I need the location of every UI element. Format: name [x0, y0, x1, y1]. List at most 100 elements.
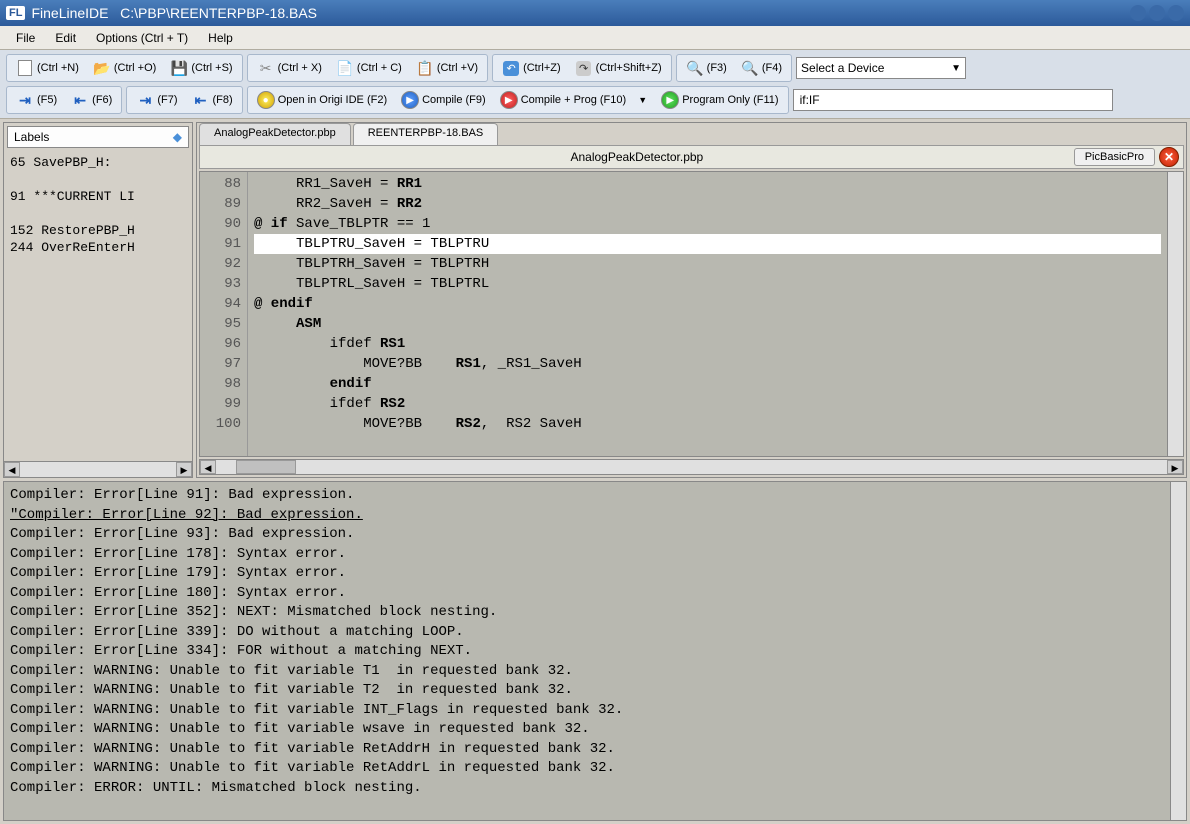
code-area[interactable]: RR1_SaveH = RR1 RR2_SaveH = RR2@ if Save…	[248, 172, 1167, 456]
compiler-output[interactable]: Compiler: Error[Line 91]: Bad expression…	[3, 481, 1187, 821]
label-item[interactable]: 65 SavePBP_H:	[10, 155, 186, 170]
maximize-icon[interactable]	[1149, 5, 1165, 21]
snippet-input[interactable]: if:IF	[793, 89, 1113, 111]
output-line[interactable]: Compiler: WARNING: Unable to fit variabl…	[10, 720, 1180, 740]
open-origi-button[interactable]: ●Open in Origi IDE (F2)	[251, 89, 393, 111]
menu-file[interactable]: File	[6, 28, 45, 48]
file-new-icon	[16, 59, 34, 77]
code-line[interactable]: endif	[254, 374, 1161, 394]
menu-options[interactable]: Options (Ctrl + T)	[86, 28, 198, 48]
code-line[interactable]: TBLPTRH_SaveH = TBLPTRH	[254, 254, 1161, 274]
line-gutter: 888990919293949596979899100	[200, 172, 248, 456]
f8-button[interactable]: ⇤(F8)	[186, 89, 239, 111]
output-line[interactable]: Compiler: Error[Line 180]: Syntax error.	[10, 584, 1180, 604]
output-line[interactable]: Compiler: WARNING: Unable to fit variabl…	[10, 740, 1180, 760]
vertical-scrollbar[interactable]	[1167, 172, 1183, 456]
scroll-left-icon[interactable]: ◀	[4, 462, 20, 477]
output-line[interactable]: "Compiler: Error[Line 92]: Bad expressio…	[10, 506, 1180, 526]
app-logo: FL	[6, 6, 25, 20]
labels-list[interactable]: 65 SavePBP_H: 91 ***CURRENT LI 152 Resto…	[4, 151, 192, 461]
output-line[interactable]: Compiler: Error[Line 179]: Syntax error.	[10, 564, 1180, 584]
output-line[interactable]: Compiler: ERROR: UNTIL: Mismatched block…	[10, 779, 1180, 799]
program-only-button[interactable]: ▶Program Only (F11)	[655, 89, 784, 111]
output-line[interactable]: Compiler: Error[Line 339]: DO without a …	[10, 623, 1180, 643]
save-icon: 💾	[170, 59, 188, 77]
code-line[interactable]: ASM	[254, 314, 1161, 334]
chevron-down-icon[interactable]: ▼	[638, 95, 647, 105]
code-line[interactable]: RR1_SaveH = RR1	[254, 174, 1161, 194]
label-item[interactable]	[10, 172, 186, 187]
step-icon: ⇥	[16, 91, 34, 109]
editor-panel: AnalogPeakDetector.pbp REENTERPBP-18.BAS…	[196, 122, 1187, 478]
code-line[interactable]: RR2_SaveH = RR2	[254, 194, 1161, 214]
scroll-right-icon[interactable]: ▶	[176, 462, 192, 477]
label-item[interactable]: 152 RestorePBP_H	[10, 223, 186, 238]
output-line[interactable]: Compiler: Error[Line 352]: NEXT: Mismatc…	[10, 603, 1180, 623]
f5-button[interactable]: ⇥(F5)	[10, 89, 63, 111]
main-area: Labels◆ 65 SavePBP_H: 91 ***CURRENT LI 1…	[0, 119, 1190, 481]
code-editor[interactable]: 888990919293949596979899100 RR1_SaveH = …	[199, 171, 1184, 457]
output-line[interactable]: Compiler: Error[Line 178]: Syntax error.	[10, 545, 1180, 565]
label-item[interactable]	[10, 206, 186, 221]
code-line[interactable]: TBLPTRL_SaveH = TBLPTRL	[254, 274, 1161, 294]
menu-help[interactable]: Help	[198, 28, 243, 48]
label-item[interactable]: 91 ***CURRENT LI	[10, 189, 186, 204]
compile-button[interactable]: ▶Compile (F9)	[395, 89, 492, 111]
output-line[interactable]: Compiler: Error[Line 334]: FOR without a…	[10, 642, 1180, 662]
output-line[interactable]: Compiler: WARNING: Unable to fit variabl…	[10, 759, 1180, 779]
tab-analogpeak[interactable]: AnalogPeakDetector.pbp	[199, 123, 351, 145]
clipboard-icon: 📋	[416, 59, 434, 77]
output-line[interactable]: Compiler: Error[Line 91]: Bad expression…	[10, 486, 1180, 506]
open-button[interactable]: 📂(Ctrl +O)	[87, 57, 162, 79]
labels-dropdown[interactable]: Labels◆	[7, 126, 189, 148]
editor-horizontal-scrollbar[interactable]: ◀ ▶	[199, 459, 1184, 475]
output-line[interactable]: Compiler: WARNING: Unable to fit variabl…	[10, 662, 1180, 682]
titlebar: FL FineLineIDE C:\PBP\REENTERPBP-18.BAS	[0, 0, 1190, 26]
language-badge[interactable]: PicBasicPro	[1074, 148, 1155, 166]
output-line[interactable]: Compiler: Error[Line 93]: Bad expression…	[10, 525, 1180, 545]
code-line[interactable]: MOVE?BB RS1, _RS1_SaveH	[254, 354, 1161, 374]
folder-open-icon: 📂	[93, 59, 111, 77]
new-button[interactable]: (Ctrl +N)	[10, 57, 85, 79]
f6-button[interactable]: ⇤(F6)	[65, 89, 118, 111]
copy-icon: 📄	[336, 59, 354, 77]
minimize-icon[interactable]	[1130, 5, 1146, 21]
code-line[interactable]: ifdef RS2	[254, 394, 1161, 414]
f7-button[interactable]: ⇥(F7)	[130, 89, 183, 111]
code-line[interactable]: TBLPTRU_SaveH = TBLPTRU	[254, 234, 1161, 254]
undo-button[interactable]: ↶(Ctrl+Z)	[496, 57, 567, 79]
scissors-icon: ✂	[257, 59, 275, 77]
document-name: AnalogPeakDetector.pbp	[200, 150, 1074, 164]
code-line[interactable]: MOVE?BB RS2, RS2 SaveH	[254, 414, 1161, 434]
close-document-button[interactable]: ✕	[1159, 147, 1179, 167]
scroll-thumb[interactable]	[236, 460, 296, 474]
magnifier-icon: 🔍	[741, 59, 759, 77]
output-vertical-scrollbar[interactable]	[1170, 482, 1186, 820]
scroll-right-icon[interactable]: ▶	[1167, 460, 1183, 474]
find-button[interactable]: 🔍(F3)	[680, 57, 733, 79]
horizontal-scrollbar[interactable]: ◀ ▶	[4, 461, 192, 477]
output-line[interactable]: Compiler: WARNING: Unable to fit variabl…	[10, 681, 1180, 701]
device-select[interactable]: Select a Device▼	[796, 57, 966, 79]
menubar: File Edit Options (Ctrl + T) Help	[0, 26, 1190, 50]
save-button[interactable]: 💾(Ctrl +S)	[164, 57, 238, 79]
redo-button[interactable]: ↷(Ctrl+Shift+Z)	[569, 57, 668, 79]
paste-button[interactable]: 📋(Ctrl +V)	[410, 57, 484, 79]
undo-icon: ↶	[502, 59, 520, 77]
find-next-button[interactable]: 🔍(F4)	[735, 57, 788, 79]
label-item[interactable]: 244 OverReEnterH	[10, 240, 186, 255]
compile-prog-button[interactable]: ▶Compile + Prog (F10) ▼	[494, 89, 654, 111]
code-line[interactable]: @ endif	[254, 294, 1161, 314]
output-line[interactable]: Compiler: WARNING: Unable to fit variabl…	[10, 701, 1180, 721]
copy-button[interactable]: 📄(Ctrl + C)	[330, 57, 408, 79]
play-green-icon: ▶	[661, 91, 679, 109]
code-line[interactable]: @ if Save_TBLPTR == 1	[254, 214, 1161, 234]
code-line[interactable]: ifdef RS1	[254, 334, 1161, 354]
tab-reenterpbp[interactable]: REENTERPBP-18.BAS	[353, 123, 499, 145]
close-window-icon[interactable]	[1168, 5, 1184, 21]
cut-button[interactable]: ✂(Ctrl + X)	[251, 57, 328, 79]
menu-edit[interactable]: Edit	[45, 28, 86, 48]
scroll-left-icon[interactable]: ◀	[200, 460, 216, 474]
toolbar: (Ctrl +N) 📂(Ctrl +O) 💾(Ctrl +S) ✂(Ctrl +…	[0, 50, 1190, 119]
play-yellow-icon: ●	[257, 91, 275, 109]
